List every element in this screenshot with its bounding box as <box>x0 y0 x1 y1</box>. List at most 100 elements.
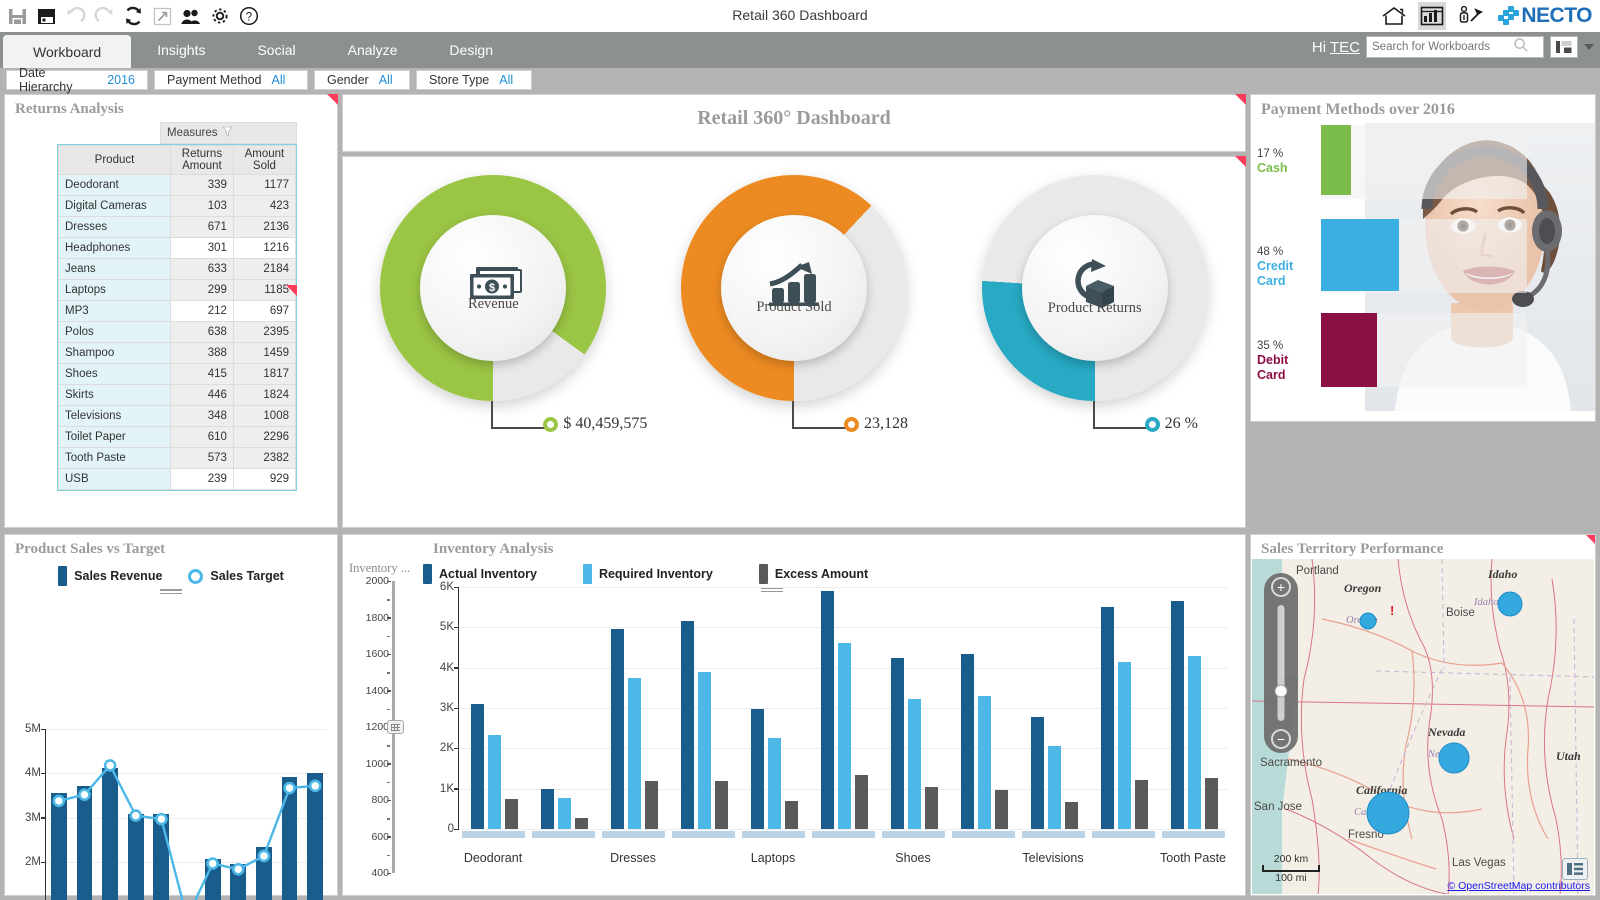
tab-design[interactable]: Design <box>423 32 519 68</box>
user-name-link[interactable]: TEC <box>1330 39 1360 56</box>
sales-target-point[interactable] <box>259 851 269 861</box>
actual-inventory-bar[interactable] <box>891 658 904 829</box>
excess-amount-bar[interactable] <box>855 775 868 829</box>
filter-funnel-icon[interactable] <box>222 126 233 140</box>
required-inventory-bar[interactable] <box>768 738 781 829</box>
refresh-icon[interactable] <box>122 5 144 27</box>
table-row[interactable]: Dresses6712136 <box>59 217 296 238</box>
sales-target-point[interactable] <box>54 796 64 806</box>
table-row[interactable]: Headphones3011216 <box>59 238 296 259</box>
actual-inventory-bar[interactable] <box>611 629 624 829</box>
required-inventory-bar[interactable] <box>698 672 711 829</box>
map-bubble-california[interactable] <box>1367 792 1410 835</box>
actual-inventory-bar[interactable] <box>1171 601 1184 829</box>
map-alert-icon[interactable]: ! <box>1390 603 1394 618</box>
sales-target-point[interactable] <box>156 814 166 824</box>
table-row[interactable]: Tooth Paste5732382 <box>59 448 296 469</box>
returns-table-wrapper[interactable]: Product ReturnsAmount AmountSold Deodora… <box>57 144 297 491</box>
zoom-track[interactable] <box>1278 605 1285 721</box>
map-attribution-link[interactable]: © OpenStreetMap contributors <box>1447 880 1590 892</box>
excess-amount-bar[interactable] <box>1135 780 1148 829</box>
legend-sales-revenue[interactable]: Sales Revenue <box>58 566 162 586</box>
map-canvas[interactable]: Portland Boise Sacramento San Jose Fresn… <box>1252 559 1594 894</box>
x-axis-band[interactable] <box>1022 831 1085 838</box>
actual-inventory-bar[interactable] <box>681 621 694 829</box>
sales-target-point[interactable] <box>131 811 141 821</box>
search-input[interactable] <box>1367 38 1513 56</box>
excess-amount-bar[interactable] <box>575 818 588 829</box>
sales-drag-grip[interactable] <box>160 589 182 596</box>
x-axis-band[interactable] <box>742 831 805 838</box>
filter-gender[interactable]: Gender All <box>314 70 410 90</box>
table-row[interactable]: USB239929 <box>59 469 296 490</box>
actual-inventory-bar[interactable] <box>1031 717 1044 829</box>
required-inventory-bar[interactable] <box>1188 656 1201 829</box>
table-row[interactable]: Shampoo3881459 <box>59 343 296 364</box>
expand-icon[interactable] <box>151 5 173 27</box>
table-row[interactable]: MP3212697 <box>59 301 296 322</box>
slider-handle[interactable] <box>387 720 404 734</box>
chevron-down-icon[interactable] <box>1584 44 1594 50</box>
actual-inventory-bar[interactable] <box>541 789 554 829</box>
actual-inventory-bar[interactable] <box>1101 607 1114 829</box>
redo-icon[interactable] <box>93 5 115 27</box>
sales-target-point[interactable] <box>208 859 218 869</box>
map-zoom-slider[interactable]: + − <box>1264 573 1298 753</box>
tab-social[interactable]: Social <box>231 32 321 68</box>
save-icon[interactable] <box>6 5 28 27</box>
panel-corner-marker[interactable] <box>1585 534 1596 545</box>
payment-row-cash[interactable]: 17 % Cash <box>1251 125 1595 199</box>
required-inventory-bar[interactable] <box>1118 662 1131 829</box>
excess-amount-bar[interactable] <box>715 781 728 829</box>
x-axis-band[interactable] <box>1162 831 1225 838</box>
users-icon[interactable] <box>180 5 202 27</box>
zoom-knob[interactable] <box>1275 685 1288 698</box>
map-bubble-nevada[interactable] <box>1439 743 1470 774</box>
table-row[interactable]: Televisions3481008 <box>59 406 296 427</box>
tab-analyze[interactable]: Analyze <box>322 32 424 68</box>
excess-amount-bar[interactable] <box>645 781 658 829</box>
required-inventory-bar[interactable] <box>558 798 571 829</box>
x-axis-band[interactable] <box>462 831 525 838</box>
required-inventory-bar[interactable] <box>978 696 991 829</box>
kpi-revenue[interactable]: $ Revenue $ 40,459,575 <box>343 157 644 527</box>
sales-target-point[interactable] <box>105 760 115 770</box>
x-axis-band[interactable] <box>882 831 945 838</box>
excess-amount-bar[interactable] <box>785 801 798 829</box>
search-box[interactable] <box>1366 36 1544 58</box>
required-inventory-bar[interactable] <box>838 643 851 829</box>
required-inventory-bar[interactable] <box>908 699 921 829</box>
sales-target-point[interactable] <box>233 864 243 874</box>
sales-target-point[interactable] <box>285 783 295 793</box>
sales-target-point[interactable] <box>310 781 320 791</box>
actual-inventory-bar[interactable] <box>961 654 974 829</box>
table-row[interactable]: Shoes4151817 <box>59 364 296 385</box>
table-row[interactable]: Jeans6332184 <box>59 259 296 280</box>
x-axis-band[interactable] <box>952 831 1015 838</box>
filter-payment-method[interactable]: Payment Method All <box>154 70 308 90</box>
required-inventory-bar[interactable] <box>1048 746 1061 829</box>
required-inventory-bar[interactable] <box>488 735 501 829</box>
actual-inventory-bar[interactable] <box>751 709 764 829</box>
panel-corner-marker[interactable] <box>327 94 338 105</box>
save-as-icon[interactable] <box>35 5 57 27</box>
table-row[interactable]: Laptops2991185 <box>59 280 296 301</box>
panel-corner-marker[interactable] <box>1235 94 1246 105</box>
excess-amount-bar[interactable] <box>995 790 1008 829</box>
x-axis-band[interactable] <box>532 831 595 838</box>
actual-inventory-bar[interactable] <box>821 591 834 829</box>
x-axis-band[interactable] <box>672 831 735 838</box>
payment-row-credit-card[interactable]: 48 % Credit Card <box>1251 219 1595 293</box>
table-row[interactable]: Skirts4461824 <box>59 385 296 406</box>
x-axis-band[interactable] <box>812 831 875 838</box>
map-legend-button[interactable] <box>1562 858 1588 880</box>
table-row[interactable]: Digital Cameras103423 <box>59 196 296 217</box>
legend-sales-target[interactable]: Sales Target <box>188 569 283 584</box>
undo-icon[interactable] <box>64 5 86 27</box>
dashboard-icon[interactable] <box>1418 2 1446 30</box>
excess-amount-bar[interactable] <box>1065 802 1078 829</box>
legend-required-inventory[interactable]: Required Inventory <box>583 564 713 584</box>
help-icon[interactable]: ? <box>238 5 260 27</box>
required-inventory-bar[interactable] <box>628 678 641 829</box>
kpi-product-sold[interactable]: Product Sold 23,128 <box>644 157 945 527</box>
